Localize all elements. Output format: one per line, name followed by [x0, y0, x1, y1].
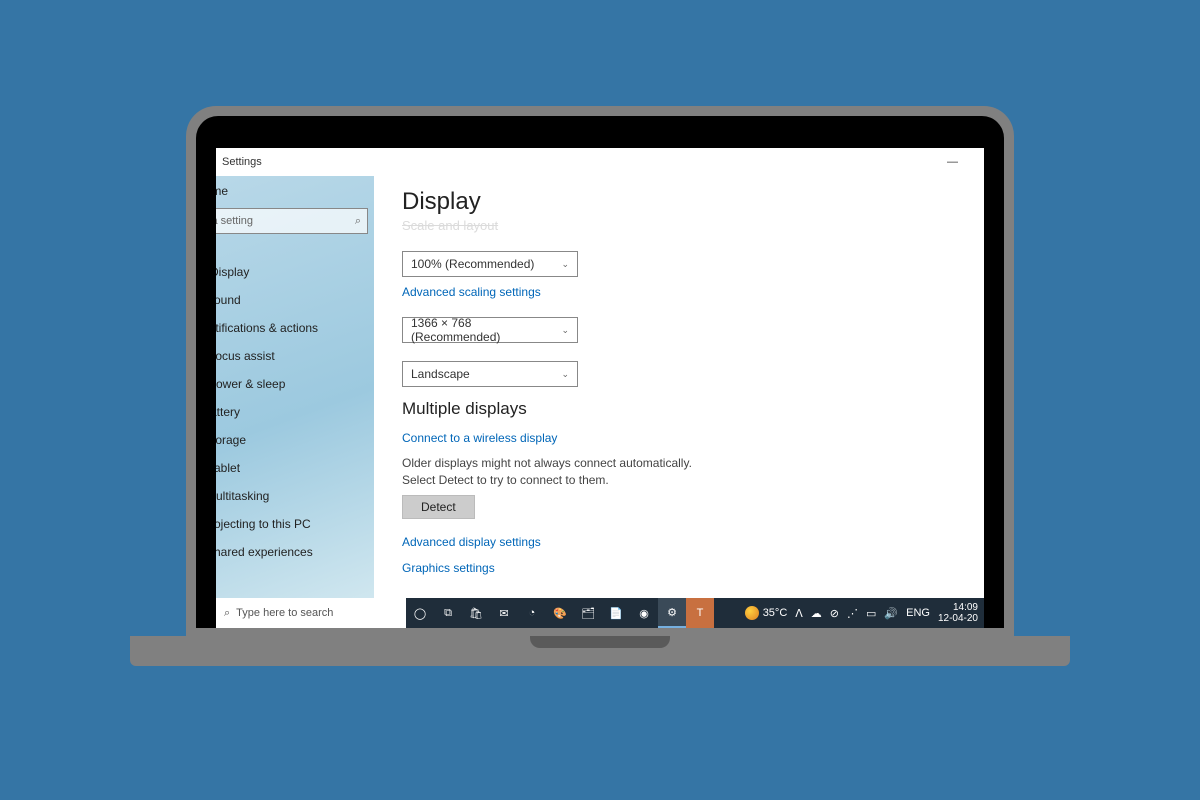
sidebar-item-multitasking[interactable]: Multitasking	[216, 482, 374, 510]
language-indicator[interactable]: ENG	[906, 607, 930, 619]
mail-icon[interactable]: ✉	[490, 598, 518, 628]
detect-button[interactable]: Detect	[402, 495, 475, 519]
connect-wireless-link[interactable]: Connect to a wireless display	[402, 431, 557, 445]
laptop-base	[130, 636, 1070, 666]
clock-date: 12-04-20	[938, 613, 978, 624]
teams-icon[interactable]: T	[686, 598, 714, 628]
cortana-icon[interactable]: ◯	[406, 598, 434, 628]
taskbar-apps: ⧉ 🛍 ✉ ◔ 🎨 🗂 📄 ◉ ⚙ T	[434, 598, 714, 628]
settings-icon[interactable]: ⚙	[658, 598, 686, 628]
chevron-up-icon[interactable]: ᐱ	[795, 607, 803, 620]
sidebar-item-focus-assist[interactable]: Focus assist	[216, 342, 374, 370]
weather-icon	[745, 606, 759, 620]
sidebar-item-shared[interactable]: Shared experiences	[216, 538, 374, 566]
chevron-down-icon: ⌄	[561, 325, 569, 336]
task-view-icon[interactable]: ⧉	[434, 598, 462, 628]
desktop-screen: Settings — Home Find a setting ⌕ Display…	[216, 148, 984, 628]
scale-dropdown[interactable]: 100% (Recommended) ⌄	[402, 251, 578, 277]
paint-icon[interactable]: 🎨	[546, 598, 574, 628]
clock[interactable]: 14:09 12-04-20	[938, 602, 978, 624]
minimize-button[interactable]: —	[947, 156, 958, 168]
taskbar-search[interactable]: ⌕ Type here to search	[216, 598, 406, 628]
clock-time: 14:09	[938, 602, 978, 613]
sidebar-item-sound[interactable]: Sound	[216, 286, 374, 314]
detect-description: Older displays might not always connect …	[402, 455, 692, 489]
search-input[interactable]: Find a setting ⌕	[216, 208, 368, 234]
wifi-icon[interactable]: ⋰	[847, 607, 858, 620]
taskbar-search-placeholder: Type here to search	[236, 607, 333, 619]
store-icon[interactable]: 🛍	[462, 598, 490, 628]
network-icon[interactable]: ⊘	[830, 607, 839, 620]
chevron-down-icon: ⌄	[561, 369, 569, 380]
settings-main: Display Scale and layout 100% (Recommend…	[374, 176, 984, 608]
resolution-dropdown[interactable]: 1366 × 768 (Recommended) ⌄	[402, 317, 578, 343]
system-tray: 35°C ᐱ ☁ ⊘ ⋰ ▭ 🔊 ENG 14:09 12-04-20	[745, 598, 984, 628]
window-title: Settings	[222, 156, 262, 168]
edge-icon[interactable]: ◔	[518, 598, 546, 628]
sidebar-item-storage[interactable]: Storage	[216, 426, 374, 454]
search-icon: ⌕	[355, 215, 361, 228]
window-titlebar: Settings —	[216, 148, 984, 176]
volume-icon[interactable]: 🔊	[884, 607, 898, 620]
orientation-value: Landscape	[411, 367, 470, 381]
search-icon: ⌕	[224, 607, 230, 620]
home-link[interactable]: Home	[216, 180, 374, 208]
explorer-icon[interactable]: 🗂	[574, 598, 602, 628]
sidebar-item-battery[interactable]: Battery	[216, 398, 374, 426]
section-scale-layout: Scale and layout	[402, 218, 956, 233]
weather-temp: 35°C	[763, 607, 788, 619]
sidebar-item-power[interactable]: Power & sleep	[216, 370, 374, 398]
weather-widget[interactable]: 35°C	[745, 606, 788, 620]
resolution-value: 1366 × 768 (Recommended)	[411, 316, 561, 344]
sidebar-item-tablet[interactable]: Tablet	[216, 454, 374, 482]
scale-value: 100% (Recommended)	[411, 257, 534, 271]
advanced-scaling-link[interactable]: Advanced scaling settings	[402, 285, 541, 299]
taskbar: ⌕ Type here to search ◯ ⧉ 🛍 ✉ ◔ 🎨 🗂 📄 ◉ …	[216, 598, 984, 628]
chevron-down-icon: ⌄	[561, 259, 569, 270]
orientation-dropdown[interactable]: Landscape ⌄	[402, 361, 578, 387]
chrome-icon[interactable]: ◉	[630, 598, 658, 628]
sidebar-item-notifications[interactable]: Notifications & actions	[216, 314, 374, 342]
word-icon[interactable]: 📄	[602, 598, 630, 628]
onedrive-icon[interactable]: ☁	[811, 607, 822, 620]
advanced-display-link[interactable]: Advanced display settings	[402, 535, 541, 549]
page-title: Display	[402, 188, 956, 216]
multiple-displays-heading: Multiple displays	[402, 399, 956, 419]
settings-sidebar: Home Find a setting ⌕ Display Sound Noti…	[216, 176, 374, 608]
sidebar-item-projecting[interactable]: Projecting to this PC	[216, 510, 374, 538]
graphics-settings-link[interactable]: Graphics settings	[402, 561, 495, 575]
sidebar-item-display[interactable]: Display	[216, 258, 374, 286]
battery-icon[interactable]: ▭	[866, 607, 876, 620]
search-placeholder: Find a setting	[216, 215, 253, 227]
